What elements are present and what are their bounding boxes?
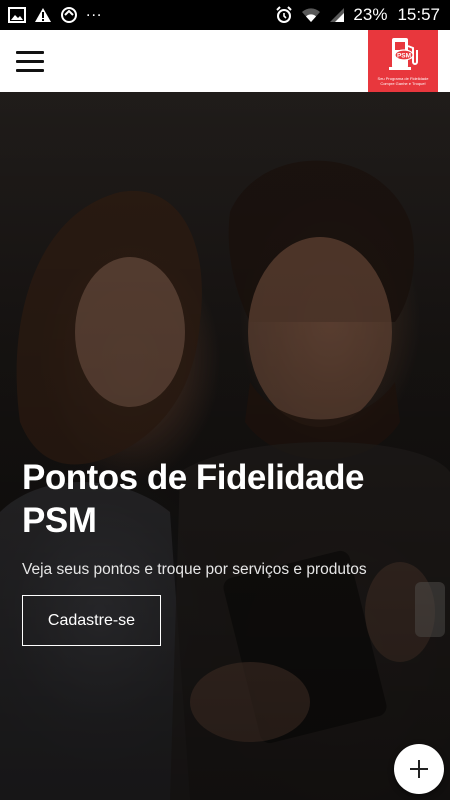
hero-overlay (0, 92, 450, 800)
wifi-icon (301, 7, 321, 23)
logo-tagline-line2: Compre Ganhe e Troque! (380, 81, 426, 86)
status-bar: ... 23% 15:57 (0, 0, 450, 30)
plus-icon[interactable] (394, 744, 444, 794)
logo-tagline: Seu Programa de Fidelidade Compre Ganhe … (378, 76, 429, 86)
fuel-pump-logo-icon: PSM (389, 38, 418, 70)
register-button[interactable]: Cadastre-se (22, 595, 161, 646)
hero-title: Pontos de Fidelidade PSM (22, 458, 364, 540)
menu-line (16, 68, 44, 72)
signal-icon (329, 7, 345, 23)
brand-logo[interactable]: PSM Seu Programa de Fidelidade Compre Ga… (368, 30, 438, 92)
alarm-icon (275, 6, 293, 24)
menu-line (16, 50, 44, 54)
status-bar-left: ... (8, 3, 103, 24)
app-header: PSM Seu Programa de Fidelidade Compre Ga… (0, 30, 450, 92)
battery-percentage: 23% (353, 5, 388, 24)
overflow-indicator: ... (86, 3, 103, 20)
status-clock: 15:57 (397, 5, 440, 24)
hero-banner: Pontos de Fidelidade PSM Veja seus ponto… (0, 92, 450, 800)
hero-subtitle: Veja seus pontos e troque por serviços e… (22, 561, 367, 578)
logo-brand-text: PSM (397, 53, 411, 60)
status-bar-right: 23% 15:57 (275, 5, 440, 25)
hamburger-menu-icon[interactable] (0, 30, 60, 92)
warning-icon (34, 7, 52, 23)
sync-icon (60, 6, 78, 24)
image-icon (8, 7, 26, 23)
menu-line (16, 59, 44, 63)
